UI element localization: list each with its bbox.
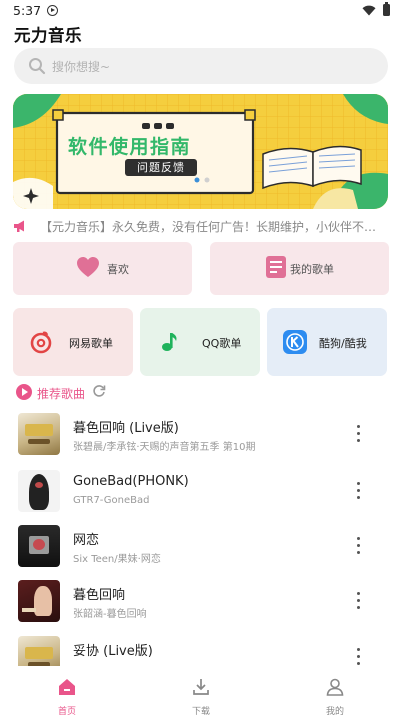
- refresh-icon[interactable]: [92, 384, 106, 398]
- more-options-icon[interactable]: [350, 534, 368, 558]
- album-cover: [18, 525, 60, 567]
- kugou-kuwo-button[interactable]: 酷狗/酷我: [267, 308, 387, 376]
- tab-home[interactable]: 首页: [0, 668, 134, 716]
- search-placeholder: 搜你想搜~: [52, 60, 111, 74]
- album-cover: [18, 413, 60, 455]
- song-title: GoneBad(PHONK): [73, 474, 189, 489]
- play-circle-icon: [16, 384, 32, 400]
- song-item[interactable]: 暮色回响 (Live版) 张碧晨/李承铉·天赐的声音第五季 第10期: [0, 413, 402, 468]
- feedback-button[interactable]: 问题反馈: [125, 159, 197, 176]
- banner-title: 软件使用指南: [68, 136, 192, 158]
- download-icon: [193, 679, 209, 695]
- qq-label: QQ歌单: [202, 337, 242, 350]
- qq-playlist-button[interactable]: QQ歌单: [140, 308, 260, 376]
- wifi-icon: [362, 5, 376, 16]
- my-playlists-label: 我的歌单: [290, 263, 334, 276]
- search-bar[interactable]: 搜你想搜~: [14, 48, 388, 84]
- heart-icon: [77, 257, 99, 277]
- kugou-label: 酷狗/酷我: [319, 337, 367, 350]
- netease-playlist-button[interactable]: 网易歌单: [13, 308, 133, 376]
- bottom-tab-bar: 首页 下载 我的: [0, 668, 402, 716]
- song-item[interactable]: 妥协 (Live版): [0, 636, 402, 666]
- netease-label: 网易歌单: [69, 337, 113, 350]
- song-artist: GTR7-GoneBad: [73, 495, 150, 506]
- netease-icon: [30, 331, 52, 354]
- more-options-icon[interactable]: [350, 589, 368, 613]
- album-cover: [18, 636, 60, 666]
- megaphone-icon: [14, 220, 24, 232]
- song-title: 网恋: [73, 533, 100, 548]
- profile-icon: [326, 678, 344, 696]
- guide-banner[interactable]: 软件使用指南 问题反馈: [13, 94, 388, 209]
- song-artist: 张韶涵-暮色回响: [73, 609, 147, 620]
- home-icon: [59, 679, 75, 695]
- song-title: 暮色回响: [73, 588, 126, 603]
- more-options-icon[interactable]: [350, 645, 368, 666]
- search-icon: [29, 58, 46, 75]
- recommend-title: 推荐歌曲: [37, 387, 86, 401]
- song-artist: 张碧晨/李承铉·天赐的声音第五季 第10期: [73, 442, 256, 453]
- status-bar: 5:37: [0, 0, 402, 22]
- qq-music-icon: [162, 333, 177, 351]
- tab-home-label: 首页: [57, 707, 76, 716]
- album-cover: [18, 470, 60, 512]
- my-playlists-button[interactable]: 我的歌单: [210, 242, 389, 295]
- song-title: 暮色回响 (Live版): [73, 421, 179, 436]
- app-title: 元力音乐: [14, 26, 82, 45]
- album-cover: [18, 580, 60, 622]
- status-time: 5:37: [13, 3, 42, 18]
- song-artist: Six Teen/果妹·网恋: [73, 554, 161, 565]
- tab-download[interactable]: 下载: [134, 668, 268, 716]
- tab-profile-label: 我的: [325, 707, 344, 716]
- more-options-icon[interactable]: [350, 422, 368, 446]
- media-play-icon: [47, 5, 58, 16]
- tab-download-label: 下载: [191, 707, 210, 716]
- like-label: 喜欢: [107, 263, 129, 276]
- song-item[interactable]: GoneBad(PHONK) GTR7-GoneBad: [0, 470, 402, 525]
- song-item[interactable]: 暮色回响 张韶涵-暮色回响: [0, 580, 402, 635]
- tab-profile[interactable]: 我的: [268, 668, 402, 716]
- announcement-text: 【元力音乐】永久免费，没有任何广告！长期维护，小伙伴不…: [40, 220, 377, 234]
- kugou-icon: [283, 330, 307, 354]
- like-button[interactable]: 喜欢: [13, 242, 192, 295]
- song-item[interactable]: 网恋 Six Teen/果妹·网恋: [0, 525, 402, 580]
- announcement-bar[interactable]: 【元力音乐】永久免费，没有任何广告！长期维护，小伙伴不…: [13, 217, 389, 235]
- more-options-icon[interactable]: [350, 479, 368, 503]
- battery-icon: [383, 2, 390, 16]
- song-title: 妥协 (Live版): [73, 644, 153, 659]
- playlist-icon: [266, 256, 286, 278]
